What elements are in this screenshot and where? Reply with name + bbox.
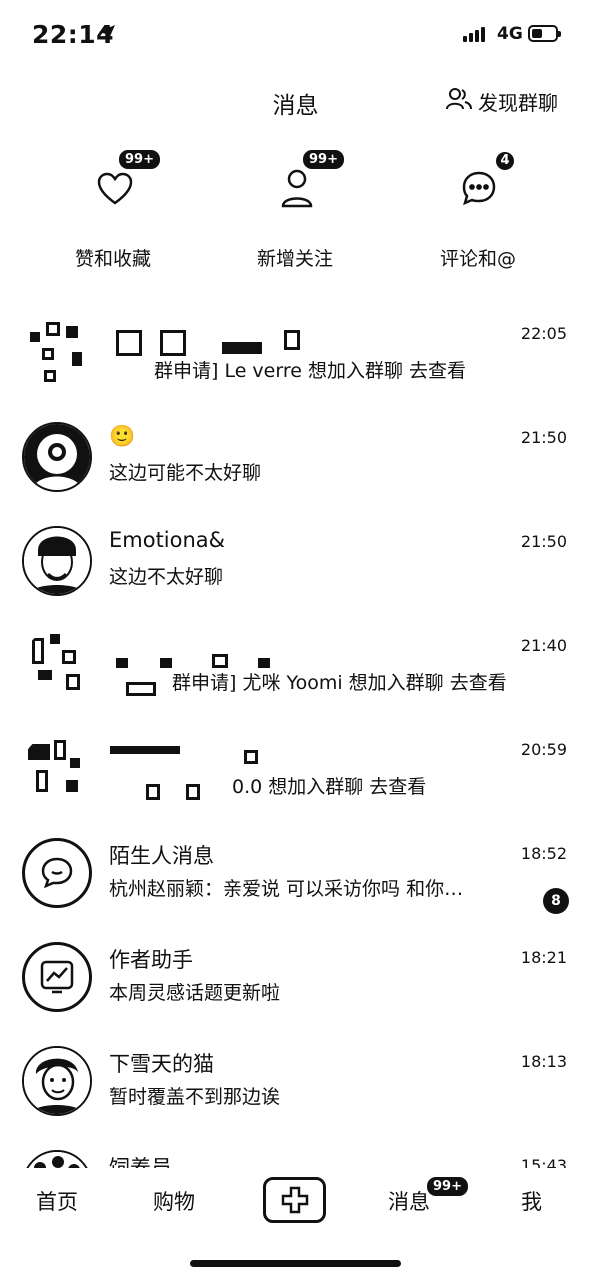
contact-name: 陌生人消息 [109, 844, 214, 868]
bottom-tab-bar: 首页 购物 消息 99+ 我 [0, 1168, 591, 1238]
trend-chart-icon [40, 960, 74, 994]
contact-name: 🙂 [109, 424, 136, 448]
conversation-row[interactable]: 饲养员 15:43 [0, 1140, 591, 1168]
user-avatar [22, 526, 92, 596]
messages-tab-badge: 99+ [425, 1175, 470, 1198]
message-preview: 这边不太好聊 [109, 566, 224, 588]
tab-home[interactable]: 首页 [36, 1186, 78, 1216]
contact-name: 作者助手 [109, 948, 193, 972]
stranger-messages-avatar [22, 838, 92, 908]
message-preview: 群申请] Le verre 想加入群聊 去查看 [154, 360, 467, 382]
category-label: 赞和收藏 [74, 248, 151, 270]
group-avatar-pixelated [22, 318, 92, 388]
network-type: 4G [497, 24, 523, 44]
message-preview: 本周灵感话题更新啦 [109, 982, 281, 1004]
message-time: 20:59 [520, 740, 567, 759]
user-avatar [22, 422, 92, 492]
conversation-row[interactable]: 群申请] 尤咪 Yoomi 想加入群聊 去查看 21:40 [0, 620, 591, 724]
message-preview: 这边可能不太好聊 [109, 462, 262, 484]
category-likes-and-favorites[interactable]: 99+ 赞和收藏 [38, 140, 188, 271]
conversation-row[interactable]: 0.0 想加入群聊 去查看 20:59 [0, 724, 591, 828]
conversation-row[interactable]: 陌生人消息 杭州赵丽颖：亲爱说 可以采访你吗 和你… 18:52 8 [0, 828, 591, 932]
message-time: 18:13 [520, 1052, 567, 1071]
message-time: 18:21 [520, 948, 567, 967]
conversation-list: 群申请] Le verre 想加入群聊 去查看 22:05 🙂 这边可能不太好聊… [0, 308, 591, 1168]
status-bar: 22:14 4G [0, 0, 591, 70]
message-time: 21:50 [520, 532, 567, 551]
battery-icon [528, 25, 561, 42]
contact-name: 下雪天的猫 [109, 1052, 214, 1076]
comments-badge: 4 [494, 150, 516, 172]
conversation-row[interactable]: 作者助手 本周灵感话题更新啦 18:21 [0, 932, 591, 1036]
likes-badge: 99+ [117, 148, 162, 171]
category-comments-and-mentions[interactable]: 4 评论和@ [403, 140, 553, 271]
category-label: 新增关注 [256, 248, 333, 270]
signal-icon [463, 27, 485, 42]
contact-name: Emotiona& [109, 528, 226, 552]
person-icon [281, 169, 313, 208]
user-avatar [22, 1150, 92, 1168]
contact-name: 饲养员 [109, 1156, 172, 1168]
followers-badge: 99+ [301, 148, 346, 171]
group-avatar-pixelated [22, 734, 92, 804]
message-preview: 0.0 想加入群聊 去查看 [232, 776, 427, 798]
discover-groups-button[interactable]: 发现群聊 [446, 87, 558, 116]
location-arrow-icon [98, 24, 116, 46]
unread-count-badge: 8 [543, 888, 569, 914]
conversation-row[interactable]: 下雪天的猫 暂时覆盖不到那边诶 18:13 [0, 1036, 591, 1140]
tab-messages[interactable]: 消息 [388, 1186, 430, 1216]
people-icon [446, 87, 472, 116]
category-label: 评论和@ [439, 248, 516, 270]
plus-icon [281, 1186, 308, 1214]
message-preview: 暂时覆盖不到那边诶 [109, 1086, 281, 1108]
message-preview: 群申请] 尤咪 Yoomi 想加入群聊 去查看 [172, 672, 507, 694]
message-time: 22:05 [520, 324, 567, 343]
author-assistant-avatar [22, 942, 92, 1012]
message-time: 21:50 [520, 428, 567, 447]
message-time: 15:43 [520, 1156, 567, 1168]
home-indicator[interactable] [190, 1260, 401, 1267]
conversation-row[interactable]: 群申请] Le verre 想加入群聊 去查看 22:05 [0, 308, 591, 412]
tab-shop[interactable]: 购物 [153, 1186, 195, 1216]
chat-bubble-icon [41, 857, 73, 889]
group-avatar-pixelated [22, 630, 92, 700]
heart-icon [97, 172, 133, 205]
create-post-button[interactable] [263, 1177, 326, 1223]
user-avatar [22, 1046, 92, 1116]
discover-groups-label: 发现群聊 [478, 91, 558, 115]
message-time: 18:52 [520, 844, 567, 863]
message-preview: 杭州赵丽颖：亲爱说 可以采访你吗 和你… [109, 878, 464, 900]
conversation-row[interactable]: 🙂 这边可能不太好聊 21:50 [0, 412, 591, 516]
category-new-followers[interactable]: 99+ 新增关注 [220, 140, 370, 271]
tab-me[interactable]: 我 [521, 1186, 542, 1216]
message-time: 21:40 [520, 636, 567, 655]
chat-bubble-icon [462, 171, 496, 206]
conversation-row[interactable]: Emotiona& 这边不太好聊 21:50 [0, 516, 591, 620]
